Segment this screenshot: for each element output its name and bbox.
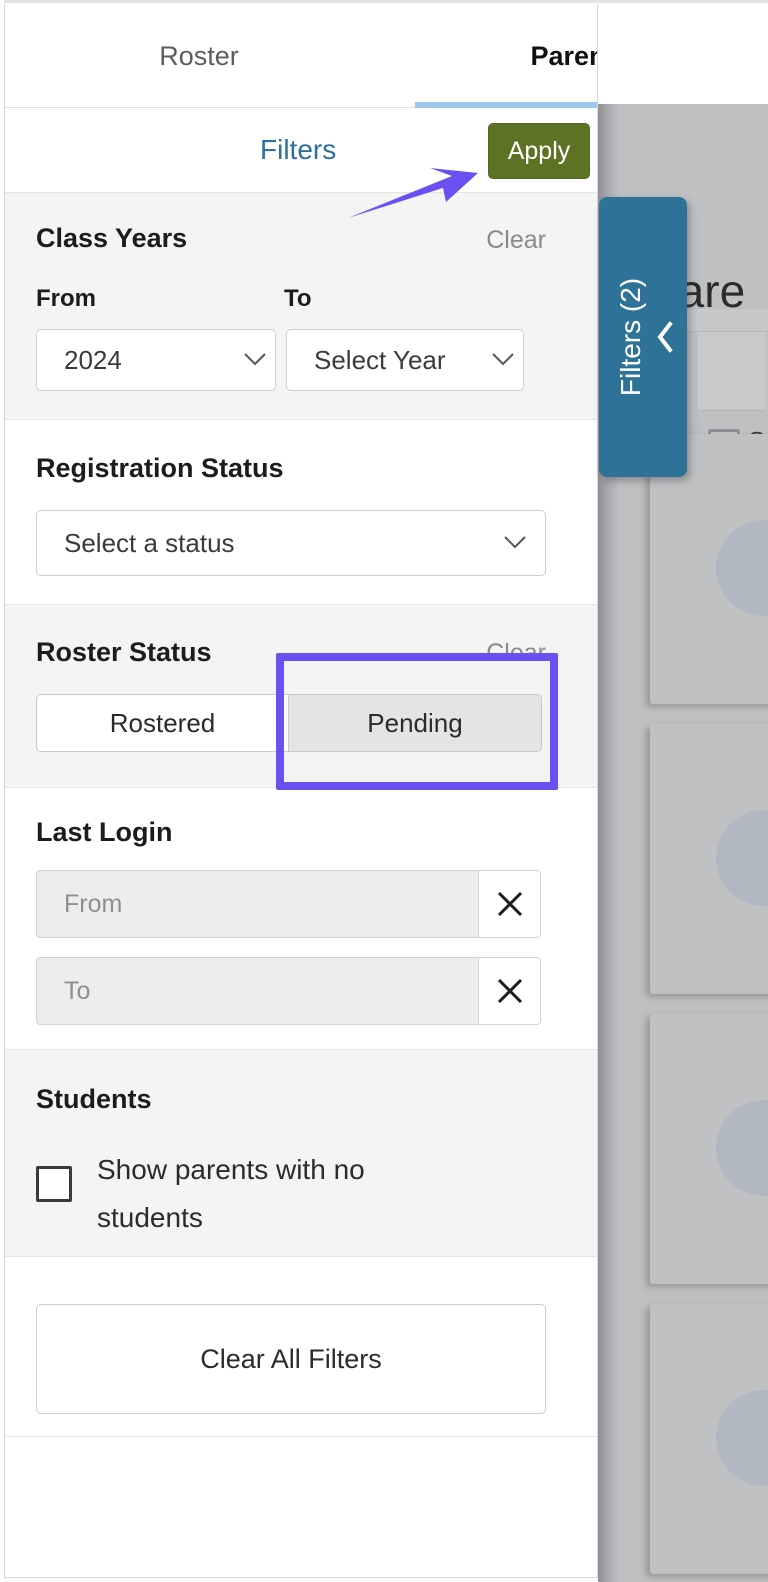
- chevron-down-icon: [235, 353, 275, 367]
- background-list-item: [650, 1304, 768, 1574]
- tab-bar: Roster Parents: [5, 4, 597, 108]
- section-class-years: Class Years Clear From To 2024 Select Ye…: [5, 193, 597, 420]
- avatar: [716, 810, 768, 906]
- avatar: [716, 520, 768, 616]
- avatar: [716, 1100, 768, 1196]
- class-years-from-value: 2024: [64, 344, 122, 375]
- background-list-item: [650, 1014, 768, 1284]
- section-registration-status: Registration Status Select a status: [5, 420, 597, 605]
- filters-panel: Roster Parents Filters Apply Class Years…: [4, 4, 598, 1578]
- registration-status-title: Registration Status: [36, 453, 284, 483]
- registration-status-value: Select a status: [64, 527, 235, 558]
- clear-all-filters-button[interactable]: Clear All Filters: [36, 1304, 546, 1414]
- class-years-to-value: Select Year: [314, 344, 446, 375]
- filters-header-bar: Filters Apply: [5, 109, 597, 193]
- class-years-clear-link[interactable]: Clear: [486, 226, 546, 255]
- filters-title[interactable]: Filters: [260, 134, 336, 166]
- chevron-down-icon: [483, 353, 523, 367]
- close-x-icon: [495, 889, 525, 919]
- background-list-item: [650, 724, 768, 994]
- last-login-from-input[interactable]: From: [36, 870, 479, 938]
- show-parents-no-students-row[interactable]: Show parents with no students: [36, 1146, 427, 1242]
- last-login-from-placeholder: From: [64, 889, 123, 918]
- last-login-to-row: To: [36, 957, 541, 1025]
- registration-status-select[interactable]: Select a status: [36, 510, 546, 576]
- filters-toggle-handle[interactable]: Filters (2): [599, 197, 687, 477]
- app-screen: Pare S Roster Parents: [0, 0, 768, 1582]
- roster-status-segmented-control: Rostered Pending: [36, 694, 542, 752]
- students-title: Students: [36, 1084, 152, 1114]
- class-years-title: Class Years: [36, 223, 188, 253]
- chevron-down-icon: [485, 536, 545, 550]
- background-table-header: [698, 332, 766, 411]
- last-login-from-clear-button[interactable]: [479, 870, 541, 938]
- tab-roster-label: Roster: [159, 40, 239, 71]
- section-roster-status: Roster Status Clear Rostered Pending: [5, 605, 597, 788]
- class-years-to-select[interactable]: Select Year: [286, 329, 524, 391]
- avatar: [716, 1390, 768, 1486]
- class-years-from-select[interactable]: 2024: [36, 329, 276, 391]
- roster-status-pending-button[interactable]: Pending: [289, 694, 542, 752]
- roster-status-title: Roster Status: [36, 637, 212, 667]
- show-parents-no-students-label: Show parents with no students: [97, 1154, 365, 1233]
- show-parents-no-students-checkbox[interactable]: [36, 1166, 72, 1202]
- last-login-from-row: From: [36, 870, 541, 938]
- tab-roster[interactable]: Roster: [21, 4, 377, 108]
- chevron-left-icon: [655, 321, 675, 353]
- apply-button[interactable]: Apply: [488, 123, 590, 179]
- window-top-edge: [4, 0, 768, 3]
- section-last-login: Last Login From To: [5, 788, 597, 1050]
- last-login-title: Last Login: [36, 817, 173, 847]
- last-login-to-placeholder: To: [64, 976, 91, 1005]
- roster-status-clear-link[interactable]: Clear: [486, 639, 546, 668]
- last-login-to-clear-button[interactable]: [479, 957, 541, 1025]
- last-login-to-input[interactable]: To: [36, 957, 479, 1025]
- active-tab-indicator: [415, 102, 597, 108]
- filters-handle-label: Filters (2): [615, 277, 646, 397]
- class-years-to-label: To: [284, 285, 312, 312]
- close-x-icon: [495, 976, 525, 1006]
- section-students: Students Show parents with no students: [5, 1050, 597, 1257]
- class-years-from-label: From: [36, 285, 96, 312]
- tab-parents[interactable]: Parents: [395, 4, 597, 108]
- roster-status-rostered-button[interactable]: Rostered: [36, 694, 289, 752]
- tab-parents-label: Parents: [530, 40, 597, 71]
